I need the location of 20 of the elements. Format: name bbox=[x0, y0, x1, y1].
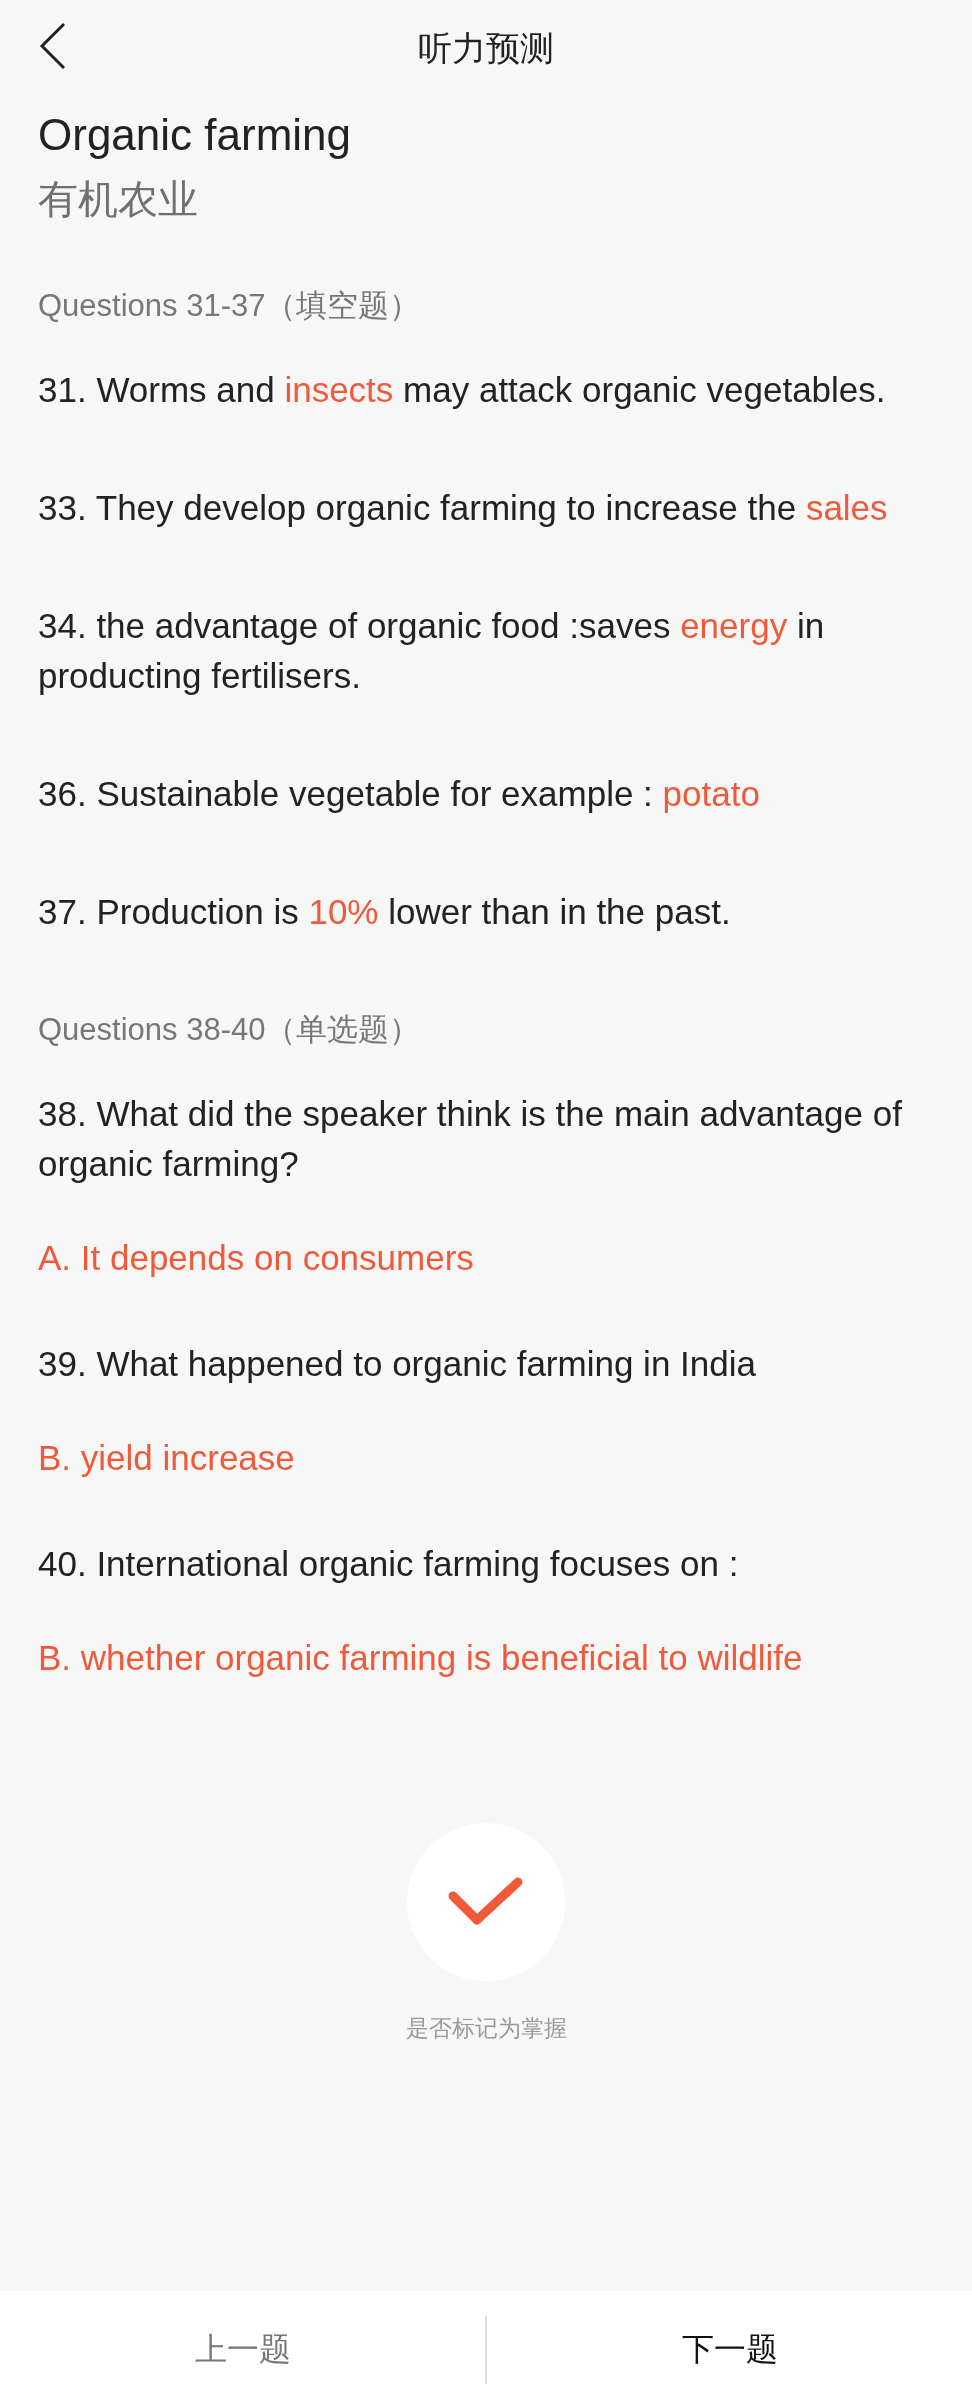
fill-in-sentence: 34. the advantage of organic food :saves energy in producting fertilisers. bbox=[38, 605, 826, 697]
fill-in-sentence: 37. Production is 10% lower than in the past. bbox=[38, 891, 732, 933]
question-text: 39. What happened to organic farming in India bbox=[38, 1343, 757, 1385]
fill-in-sentence: 31. Worms and insects may attack organic vegetables. bbox=[38, 369, 887, 411]
back-icon[interactable] bbox=[38, 22, 68, 70]
fill-in-sentence: 36. Sustainable vegetable for example : potato bbox=[38, 773, 761, 815]
section-heading: Questions 38-40（单选题） bbox=[38, 1011, 421, 1049]
section-heading: Questions 31-37（填空题） bbox=[38, 287, 421, 325]
lesson-subtitle: 有机农业 bbox=[38, 176, 198, 223]
question-text: 38. What did the speaker think is the main advantage of organic farming? bbox=[38, 1093, 903, 1185]
page-title: 听力预测 bbox=[418, 28, 554, 69]
answer-text: B. whether organic farming is beneficial to wildlife bbox=[38, 1637, 804, 1679]
fill-in-sentence: 33. They develop organic farming to increase the sales bbox=[38, 487, 889, 529]
check-icon bbox=[448, 1876, 524, 1928]
answer-text: A. It depends on consumers bbox=[38, 1237, 475, 1279]
lesson-title: Organic farming bbox=[38, 110, 351, 160]
question-text: 40. International organic farming focuses on : bbox=[38, 1543, 740, 1585]
answer-text: B. yield increase bbox=[38, 1437, 296, 1479]
mastery-label: 是否标记为掌握 bbox=[405, 2014, 567, 2043]
next-button[interactable]: 下一题 bbox=[487, 2291, 972, 2408]
